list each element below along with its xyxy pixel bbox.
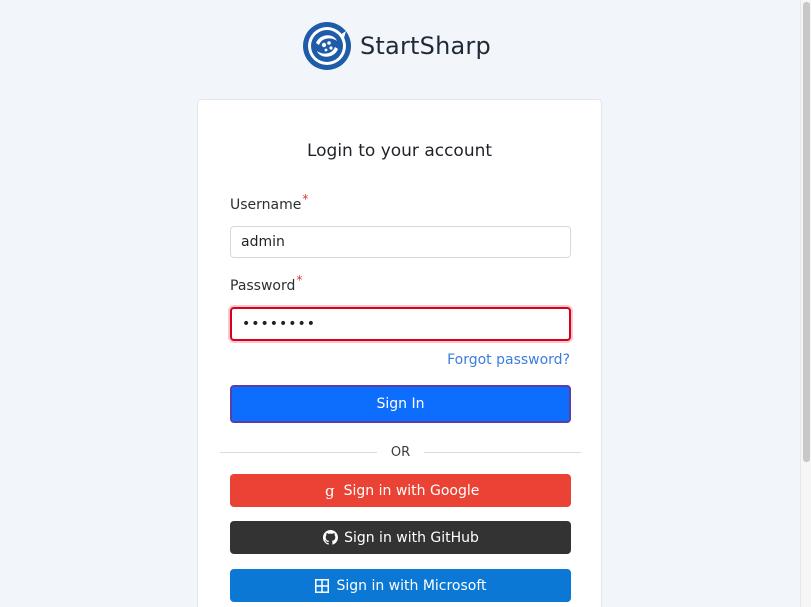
- microsoft-signin-button[interactable]: Sign in with Microsoft: [230, 569, 571, 602]
- username-label-text: Username: [230, 197, 302, 213]
- or-divider: OR: [220, 445, 581, 460]
- username-label: Username*: [230, 192, 308, 213]
- microsoft-signin-label: Sign in with Microsoft: [336, 577, 487, 594]
- github-signin-label: Sign in with GitHub: [344, 529, 479, 546]
- username-input[interactable]: admin: [230, 226, 571, 258]
- scrollbar-thumb[interactable]: [803, 2, 810, 462]
- password-label: Password*: [230, 273, 302, 294]
- password-input[interactable]: ••••••••: [230, 307, 571, 341]
- github-icon: [322, 530, 338, 546]
- google-signin-button[interactable]: g Sign in with Google: [230, 474, 571, 507]
- password-label-text: Password: [230, 278, 296, 294]
- brand-header: StartSharp: [302, 21, 491, 71]
- svg-text:g: g: [325, 483, 335, 499]
- google-signin-label: Sign in with Google: [343, 482, 480, 499]
- microsoft-icon: [314, 578, 330, 594]
- vertical-scrollbar[interactable]: [800, 0, 811, 607]
- google-icon: g: [322, 483, 338, 499]
- login-title: Login to your account: [306, 141, 493, 161]
- username-required-marker: *: [302, 192, 309, 206]
- sign-in-button[interactable]: Sign In: [230, 385, 571, 423]
- password-required-marker: *: [296, 273, 303, 287]
- forgot-password-link[interactable]: Forgot password?: [447, 352, 570, 368]
- startsharp-logo-icon: [303, 22, 351, 70]
- login-card: Login to your account Username* admin Pa…: [197, 99, 602, 607]
- brand-name: StartSharp: [360, 32, 491, 60]
- github-signin-button[interactable]: Sign in with GitHub: [230, 521, 571, 554]
- login-page: StartSharp Login to your account Usernam…: [0, 0, 811, 607]
- divider-line-right: [424, 452, 581, 453]
